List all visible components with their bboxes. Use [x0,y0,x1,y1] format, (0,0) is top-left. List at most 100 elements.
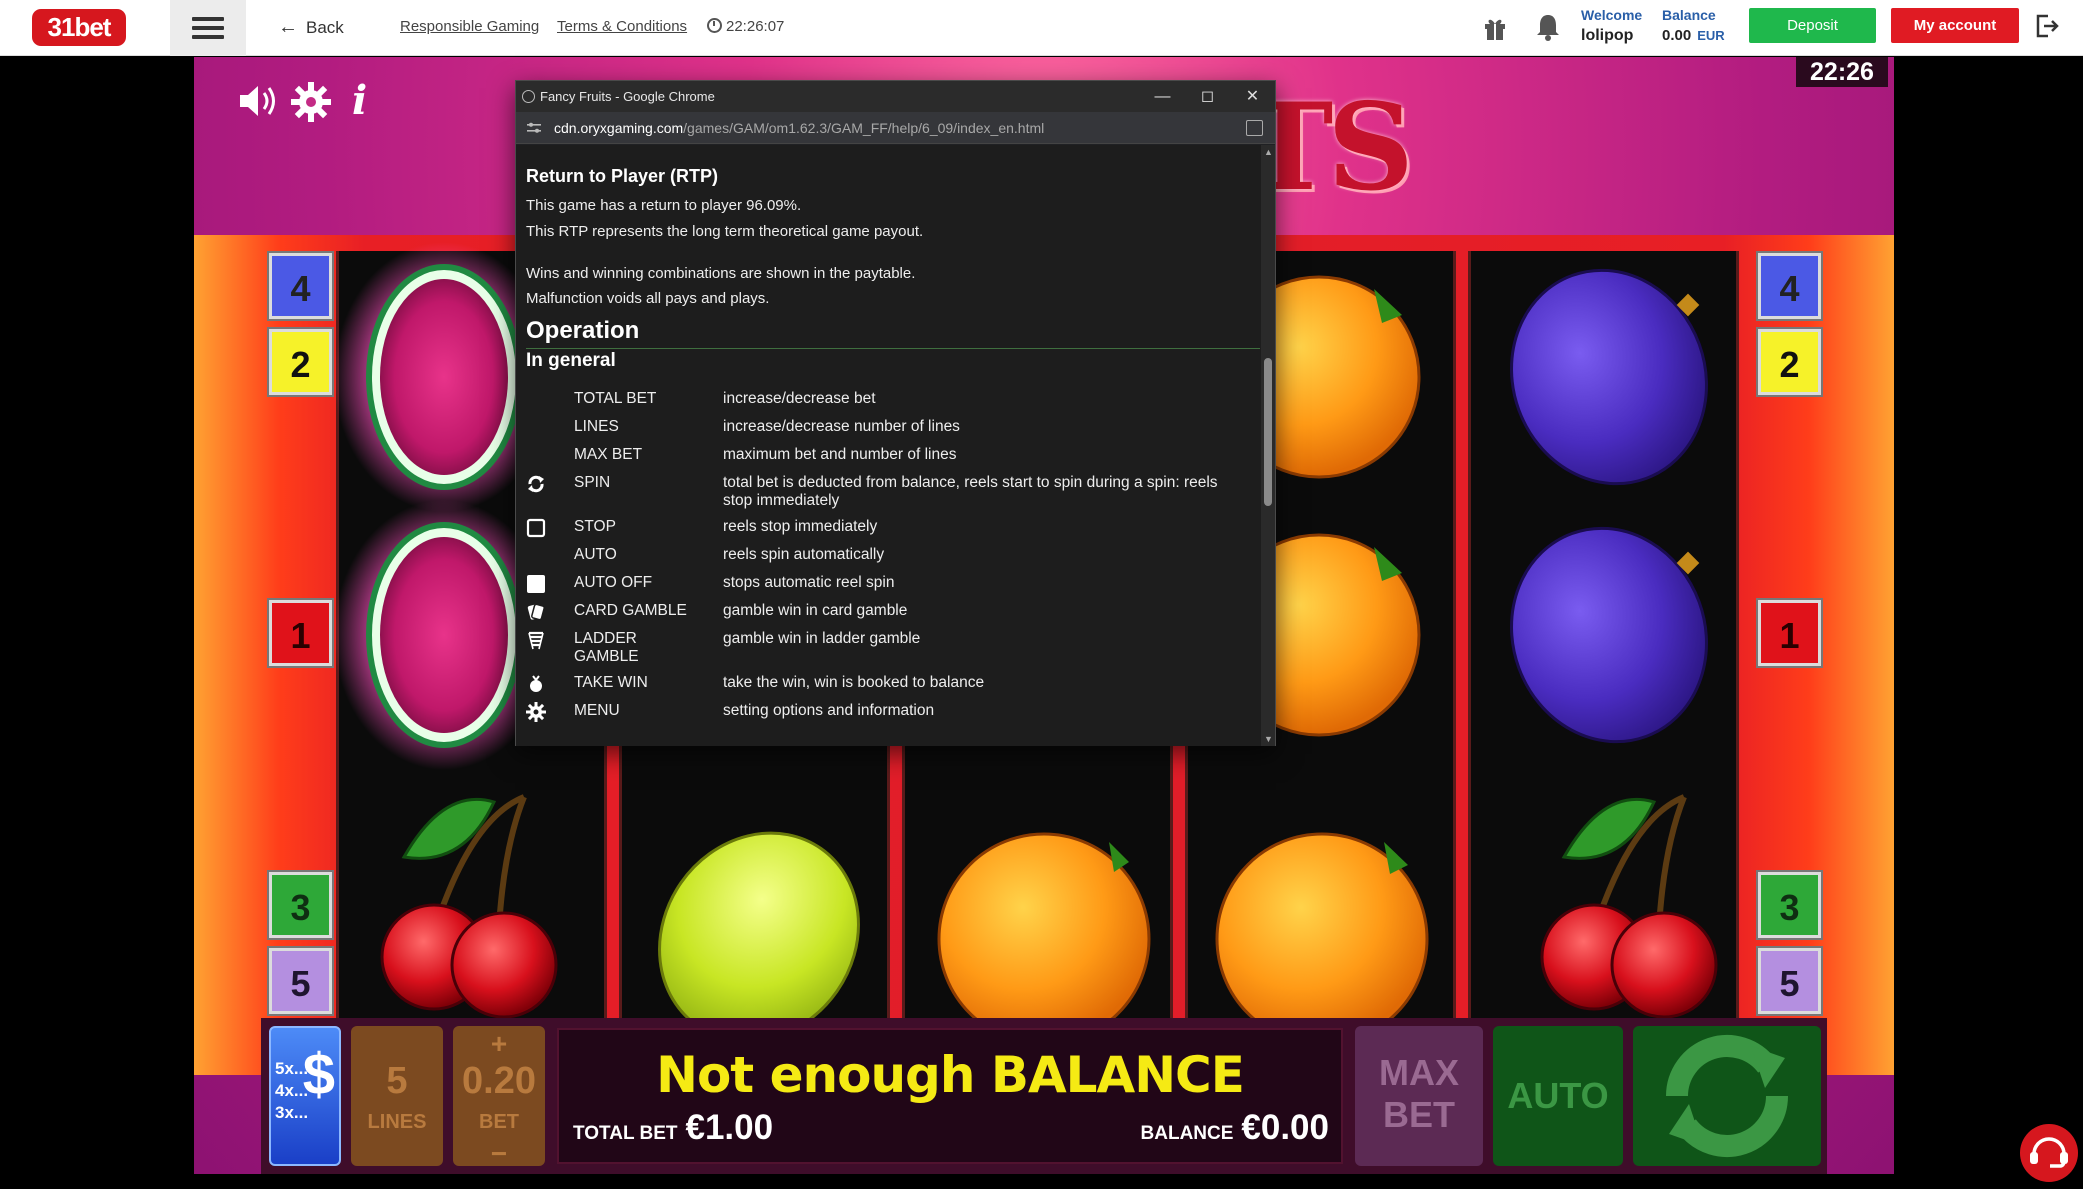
site-logo[interactable]: 31bet [32,9,126,46]
popup-address-bar[interactable]: cdn.oryxgaming.com/games/GAM/om1.62.3/GA… [516,112,1275,144]
total-bet-display: TOTAL BET €1.00 [573,1108,773,1148]
help-desc: increase/decrease number of lines [723,418,960,435]
cherry-symbol [380,794,558,1019]
logout-icon[interactable] [2034,12,2060,40]
line-number-right: 5 [1758,948,1821,1014]
game-message: Not enough BALANCE [656,1046,1245,1104]
total-bet-label: TOTAL BET [573,1123,678,1144]
divider [526,348,1260,349]
rtp-line: This RTP represents the long term theore… [526,223,924,240]
line-number-left: 5 [269,948,332,1014]
stop-icon [526,518,546,538]
message-display: Not enough BALANCE TOTAL BET €1.00 BALANC… [557,1028,1343,1164]
chat-icon [2030,1137,2068,1168]
arrow-left-icon: ← [278,16,298,38]
deposit-button[interactable]: Deposit [1749,8,1876,43]
globe-icon [522,90,535,103]
cherry-symbol [1540,794,1718,1019]
back-label: Back [306,18,344,37]
gear-icon [526,702,546,722]
info-line: Wins and winning combinations are shown … [526,265,916,282]
popup-scrollbar[interactable]: ▲ ▼ [1261,145,1275,746]
line-number-left: 3 [269,872,332,938]
lines-value: 5 [386,1060,408,1102]
spin-button[interactable] [1633,1026,1821,1166]
help-key: TAKE WIN [574,674,648,691]
auto-button[interactable]: AUTO [1493,1026,1623,1166]
back-button[interactable]: ← Back [278,0,344,56]
header-balance: Balance 0.00 EUR [1662,7,1725,44]
help-desc: increase/decrease bet [723,390,876,407]
popup-titlebar[interactable]: Fancy Fruits - Google Chrome — ◻ ✕ [516,81,1275,112]
help-desc: setting options and information [723,702,935,719]
help-popup-window[interactable]: Fancy Fruits - Google Chrome — ◻ ✕ cdn.o… [515,80,1276,746]
help-desc: reels stop immediately [723,518,878,535]
help-desc: maximum bet and number of lines [723,446,957,463]
menu-bar [192,35,224,39]
my-account-button[interactable]: My account [1891,8,2019,43]
session-clock: 22:26:07 [707,0,784,56]
help-key: TOTAL BET [574,390,657,407]
total-bet-value: €1.00 [685,1108,774,1147]
spin-icon [528,475,544,493]
orange-symbol [937,832,1151,1046]
popup-url[interactable]: cdn.oryxgaming.com/games/GAM/om1.62.3/GA… [554,112,1044,144]
help-desc: stops automatic reel spin [723,574,895,591]
scroll-up-icon[interactable]: ▲ [1264,147,1273,157]
help-desc: gamble win in card gamble [723,602,908,619]
bet-button[interactable]: + 0.20 BET − [453,1026,545,1169]
bet-value: 0.20 [462,1060,536,1102]
minimize-icon[interactable]: — [1140,81,1185,112]
clock-icon [707,18,722,33]
help-content[interactable]: Return to Player (RTP) This game has a r… [516,145,1263,746]
max-bet-button[interactable]: MAX BET [1355,1026,1483,1166]
orange-symbol [1215,832,1429,1046]
balance-currency: EUR [1697,28,1725,43]
line-number-left: 4 [269,253,332,319]
welcome-block: Welcome lolipop [1581,7,1642,45]
bet-label: BET [479,1111,519,1133]
plum-symbol [1510,268,1708,486]
paytable-button[interactable]: 5x... 4x... 3x... $ [269,1026,341,1166]
help-key: MAX BET [574,446,643,463]
line-number-right: 4 [1758,253,1821,319]
hamburger-menu-button[interactable] [170,0,246,56]
scroll-thumb[interactable] [1264,358,1272,506]
bet-minus[interactable]: − [453,1138,545,1170]
balance-amount: 0.00 [1662,27,1692,44]
site-settings-icon[interactable] [527,122,541,134]
help-key: AUTO [574,546,617,563]
close-icon[interactable]: ✕ [1230,81,1275,112]
menu-bar [192,26,224,30]
help-desc: total bet is deducted from balance, reel… [723,474,1218,509]
maximize-icon[interactable]: ◻ [1185,81,1230,112]
terms-conditions-link[interactable]: Terms & Conditions [557,0,687,56]
translate-icon[interactable] [1246,120,1263,136]
info-line: Malfunction voids all pays and plays. [526,290,770,307]
dollar-icon: $ [302,1042,335,1107]
line-number-left: 1 [269,600,332,666]
url-host: cdn.oryxgaming.com [554,120,684,136]
line-number-right: 2 [1758,329,1821,395]
help-key: LADDER GAMBLE [574,630,639,665]
welcome-label: Welcome [1581,7,1643,23]
bell-icon[interactable] [1535,13,1561,41]
menu-bar [192,17,224,21]
help-key: LINES [574,418,619,435]
rtp-heading: Return to Player (RTP) [526,166,719,186]
card-gamble-icon [527,603,545,621]
help-key: SPIN [574,474,611,491]
game-balance-label: BALANCE [1140,1123,1234,1144]
lines-button[interactable]: 5 LINES [351,1026,443,1166]
help-key: MENU [574,702,620,719]
responsible-gaming-link[interactable]: Responsible Gaming [400,0,539,56]
popup-title: Fancy Fruits - Google Chrome [540,89,715,104]
gift-icon[interactable] [1483,15,1507,41]
ladder-gamble-icon [528,631,544,650]
scroll-down-icon[interactable]: ▼ [1264,734,1273,744]
live-chat-button[interactable] [2020,1124,2078,1182]
screen: 31bet ← Back Responsible Gaming Terms & C… [0,0,2083,1189]
game-balance-display: BALANCE €0.00 [1141,1108,1329,1148]
bet-plus[interactable]: + [453,1028,545,1060]
max-bet-label: BET [1383,1094,1455,1135]
